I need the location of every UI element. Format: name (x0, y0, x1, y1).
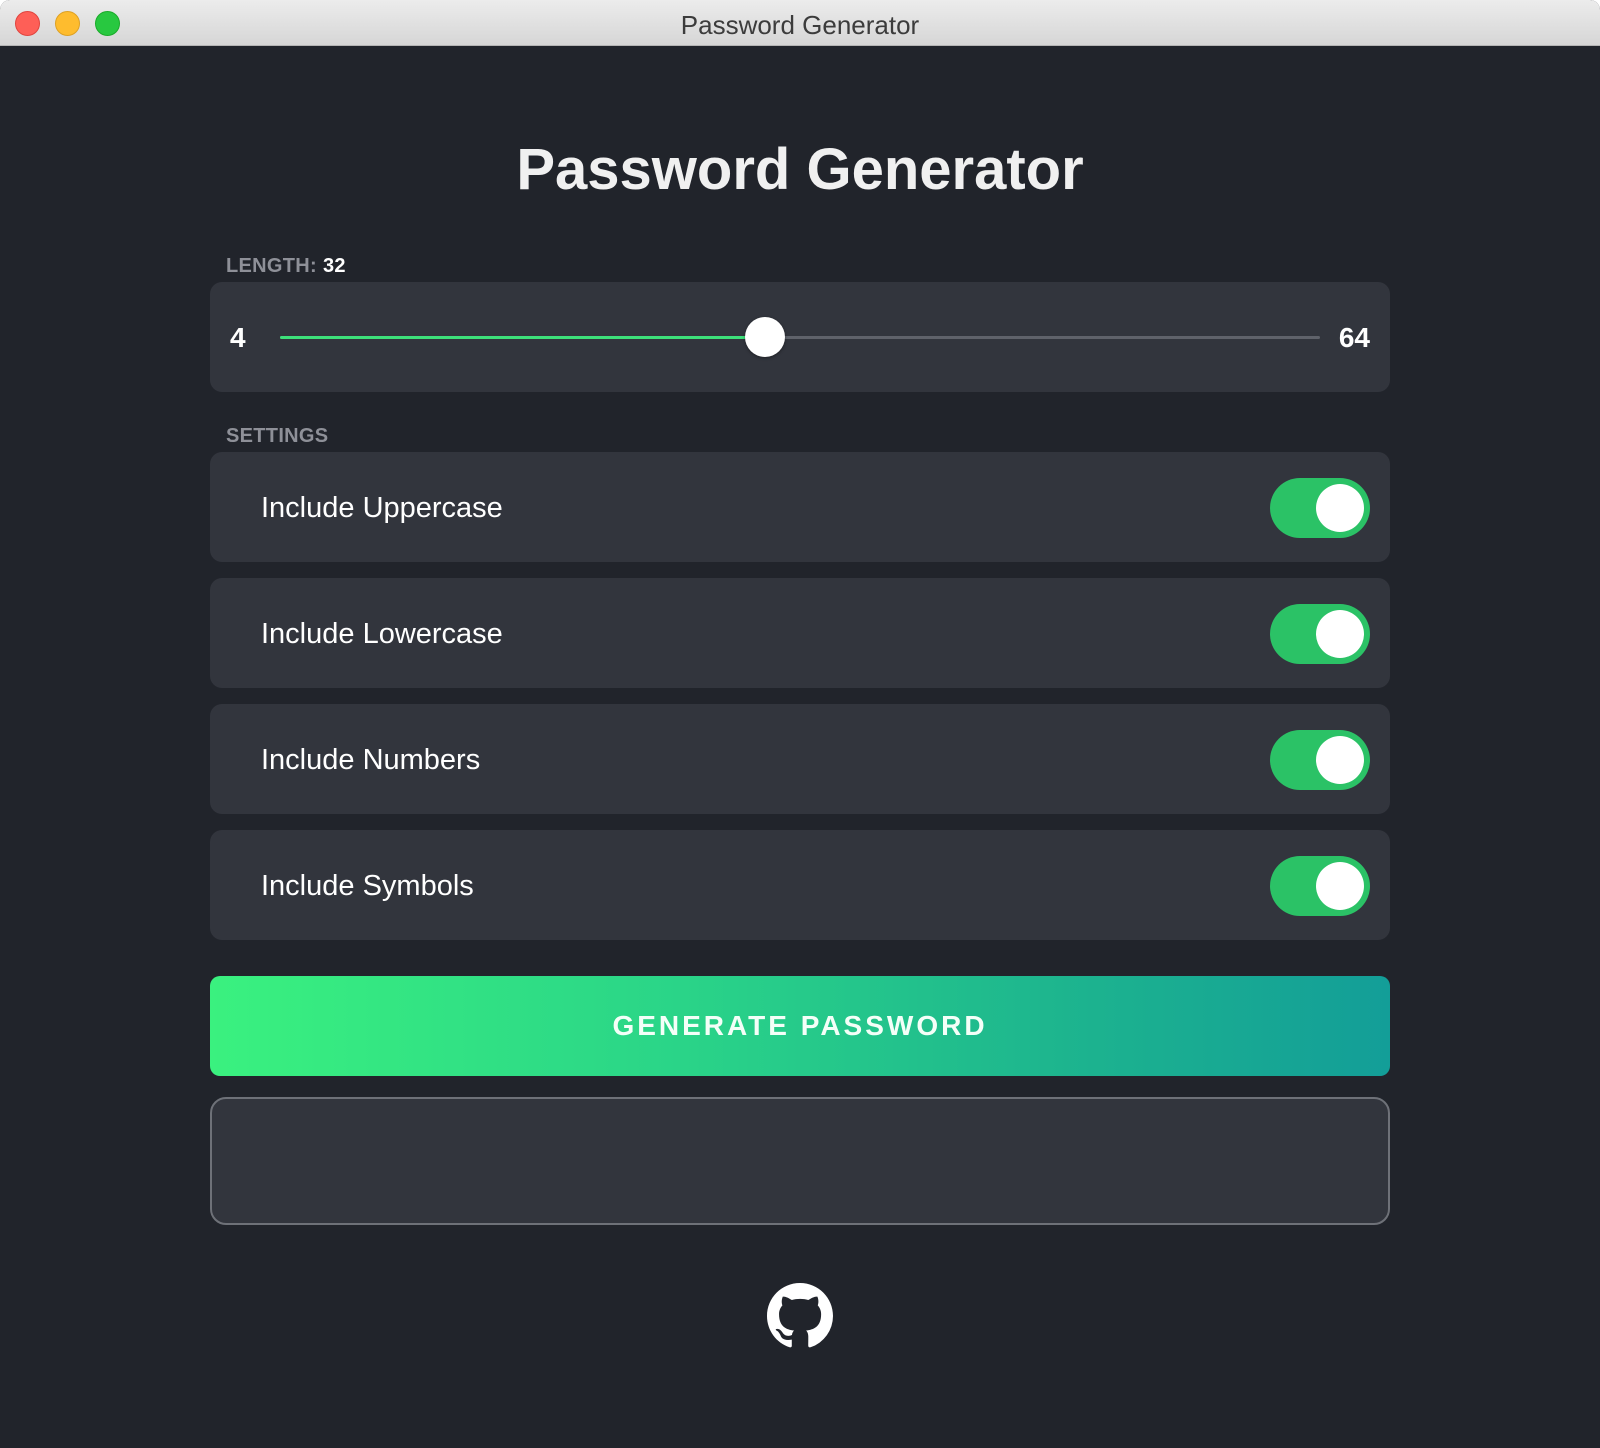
setting-label: Include Lowercase (261, 618, 503, 650)
uppercase-toggle[interactable] (1270, 478, 1370, 538)
slider-max-label: 64 (1338, 322, 1370, 353)
setting-numbers: Include Numbers (210, 704, 1390, 814)
toggle-knob (1316, 484, 1364, 532)
toggle-knob (1316, 862, 1364, 910)
setting-lowercase: Include Lowercase (210, 578, 1390, 688)
window-title: Password Generator (680, 10, 920, 40)
setting-label: Include Numbers (261, 744, 481, 776)
length-slider[interactable] (280, 317, 1320, 357)
github-icon (767, 1283, 833, 1348)
symbols-toggle[interactable] (1270, 856, 1370, 916)
length-label-text: LENGTH: (226, 255, 317, 277)
setting-uppercase: Include Uppercase (210, 452, 1390, 562)
app-window: Password Generator Password Generator LE… (0, 0, 1600, 1448)
slider-thumb[interactable] (745, 317, 786, 357)
github-link[interactable] (767, 1283, 833, 1349)
toggle-knob (1316, 736, 1364, 784)
toggle-knob (1316, 610, 1364, 658)
length-slider-panel: 4 64 (210, 282, 1390, 392)
settings-label: SETTINGS (226, 425, 329, 447)
lowercase-toggle[interactable] (1270, 604, 1370, 664)
password-output[interactable] (210, 1097, 1390, 1225)
length-value: 32 (322, 255, 346, 277)
slider-min-label: 4 (230, 322, 246, 353)
generate-password-button[interactable]: GENERATE PASSWORD (210, 976, 1390, 1076)
slider-fill (280, 336, 766, 339)
numbers-toggle[interactable] (1270, 730, 1370, 790)
length-label: LENGTH: 32 (226, 255, 346, 278)
setting-symbols: Include Symbols (210, 830, 1390, 940)
setting-label: Include Uppercase (261, 492, 503, 524)
page-title: Password Generator (516, 137, 1084, 202)
title-bar: Password Generator (0, 0, 1600, 46)
setting-label: Include Symbols (261, 870, 474, 902)
